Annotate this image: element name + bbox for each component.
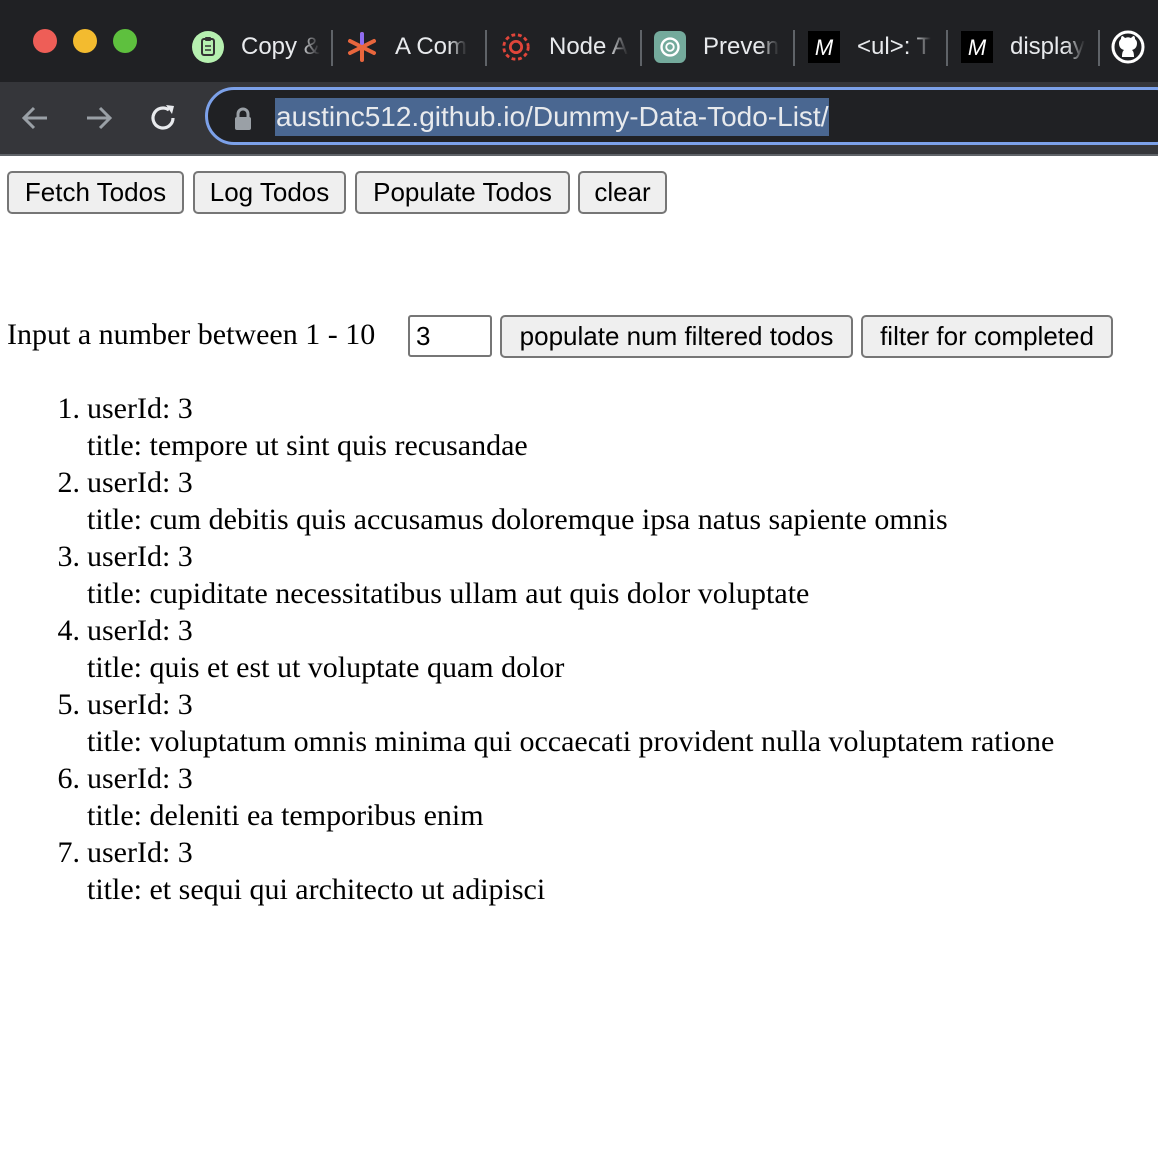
reload-icon[interactable] [143, 98, 183, 138]
tab-title: Node A [549, 33, 628, 60]
maximize-window-button[interactable] [113, 29, 137, 53]
list-item: 5. userId: 3 title: voluptatum omnis min… [0, 686, 1055, 760]
tab-title: Preven [703, 33, 780, 60]
openai-icon [654, 31, 686, 63]
clipboard-icon [192, 31, 224, 63]
tab-title: display [1010, 33, 1085, 60]
fetch-todos-button[interactable]: Fetch Todos [7, 171, 184, 214]
browser-tab-2[interactable]: A Com [346, 28, 472, 66]
asterisk-icon [346, 31, 378, 63]
list-item-number: 2. [57, 466, 81, 499]
todo-title: title: tempore ut sint quis recusandae [87, 429, 528, 462]
todo-user-id: userId: 3 [87, 392, 193, 425]
node-icon [500, 31, 532, 63]
tab-title: <ul>: T [857, 33, 932, 60]
list-item: 3. userId: 3 title: cupiditate necessita… [0, 538, 1054, 612]
list-item-number: 4. [57, 614, 81, 647]
todo-title: title: voluptatum omnis minima qui occae… [87, 725, 1055, 758]
clear-button[interactable]: clear [578, 171, 667, 214]
tab-title: Copy & [241, 33, 320, 60]
todo-user-id: userId: 3 [87, 540, 193, 573]
tab-title: A Com [395, 33, 468, 60]
github-icon[interactable] [1111, 30, 1145, 64]
todo-list: 1. userId: 3 title: tempore ut sint quis… [0, 390, 1055, 908]
todo-user-id: userId: 3 [87, 836, 193, 869]
browser-tab-6[interactable]: M display [961, 28, 1087, 66]
list-item: 4. userId: 3 title: quis et est ut volup… [0, 612, 1054, 686]
todo-title: title: quis et est ut voluptate quam dol… [87, 651, 565, 684]
svg-text:M: M [968, 35, 987, 60]
forward-arrow-icon[interactable] [79, 98, 119, 138]
browser-tab-5[interactable]: M <ul>: T [808, 28, 934, 66]
todo-user-id: userId: 3 [87, 762, 193, 795]
todo-user-id: userId: 3 [87, 688, 193, 721]
log-todos-button[interactable]: Log Todos [193, 171, 346, 214]
list-item-number: 5. [57, 688, 81, 721]
number-input[interactable] [408, 315, 492, 357]
browser-tab-4[interactable]: Preven [654, 28, 780, 66]
list-item-number: 6. [57, 762, 81, 795]
tab-divider [331, 30, 333, 66]
list-item: 6. userId: 3 title: deleniti ea temporib… [0, 760, 1054, 834]
lock-icon[interactable] [233, 107, 253, 131]
tab-divider [1098, 30, 1100, 66]
tab-divider [485, 30, 487, 66]
list-item-number: 1. [57, 392, 81, 425]
browser-tab-1[interactable]: Copy & [192, 28, 320, 66]
mdn-icon: M [808, 31, 840, 63]
mdn-icon: M [961, 31, 993, 63]
tab-divider [640, 30, 642, 66]
todo-user-id: userId: 3 [87, 466, 193, 499]
list-item-number: 7. [57, 836, 81, 869]
populate-todos-button[interactable]: Populate Todos [355, 171, 570, 214]
tab-divider [946, 30, 948, 66]
list-item: 2. userId: 3 title: cum debitis quis acc… [0, 464, 1054, 538]
browser-tab-strip: Copy & A Com Node A Preven M <ul>: T M d… [0, 0, 1158, 82]
address-bar-url[interactable]: austinc512.github.io/Dummy-Data-Todo-Lis… [275, 98, 830, 136]
list-item: 7. userId: 3 title: et sequi qui archite… [0, 834, 1054, 908]
close-window-button[interactable] [33, 29, 57, 53]
svg-text:M: M [815, 35, 834, 60]
todo-user-id: userId: 3 [87, 614, 193, 647]
todo-title: title: cupiditate necessitatibus ullam a… [87, 577, 810, 610]
populate-num-filtered-todos-button[interactable]: populate num filtered todos [500, 315, 853, 358]
todo-title: title: deleniti ea temporibus enim [87, 799, 484, 832]
list-item: 1. userId: 3 title: tempore ut sint quis… [0, 390, 1054, 464]
number-prompt-label: Input a number between 1 - 10 [7, 318, 376, 351]
browser-tab-3[interactable]: Node A [500, 28, 628, 66]
back-arrow-icon[interactable] [15, 98, 55, 138]
minimize-window-button[interactable] [73, 29, 97, 53]
list-item-number: 3. [57, 540, 81, 573]
todo-title: title: et sequi qui architecto ut adipis… [87, 873, 546, 906]
todo-title: title: cum debitis quis accusamus dolore… [87, 503, 948, 536]
filter-for-completed-button[interactable]: filter for completed [861, 315, 1113, 358]
tab-divider [793, 30, 795, 66]
